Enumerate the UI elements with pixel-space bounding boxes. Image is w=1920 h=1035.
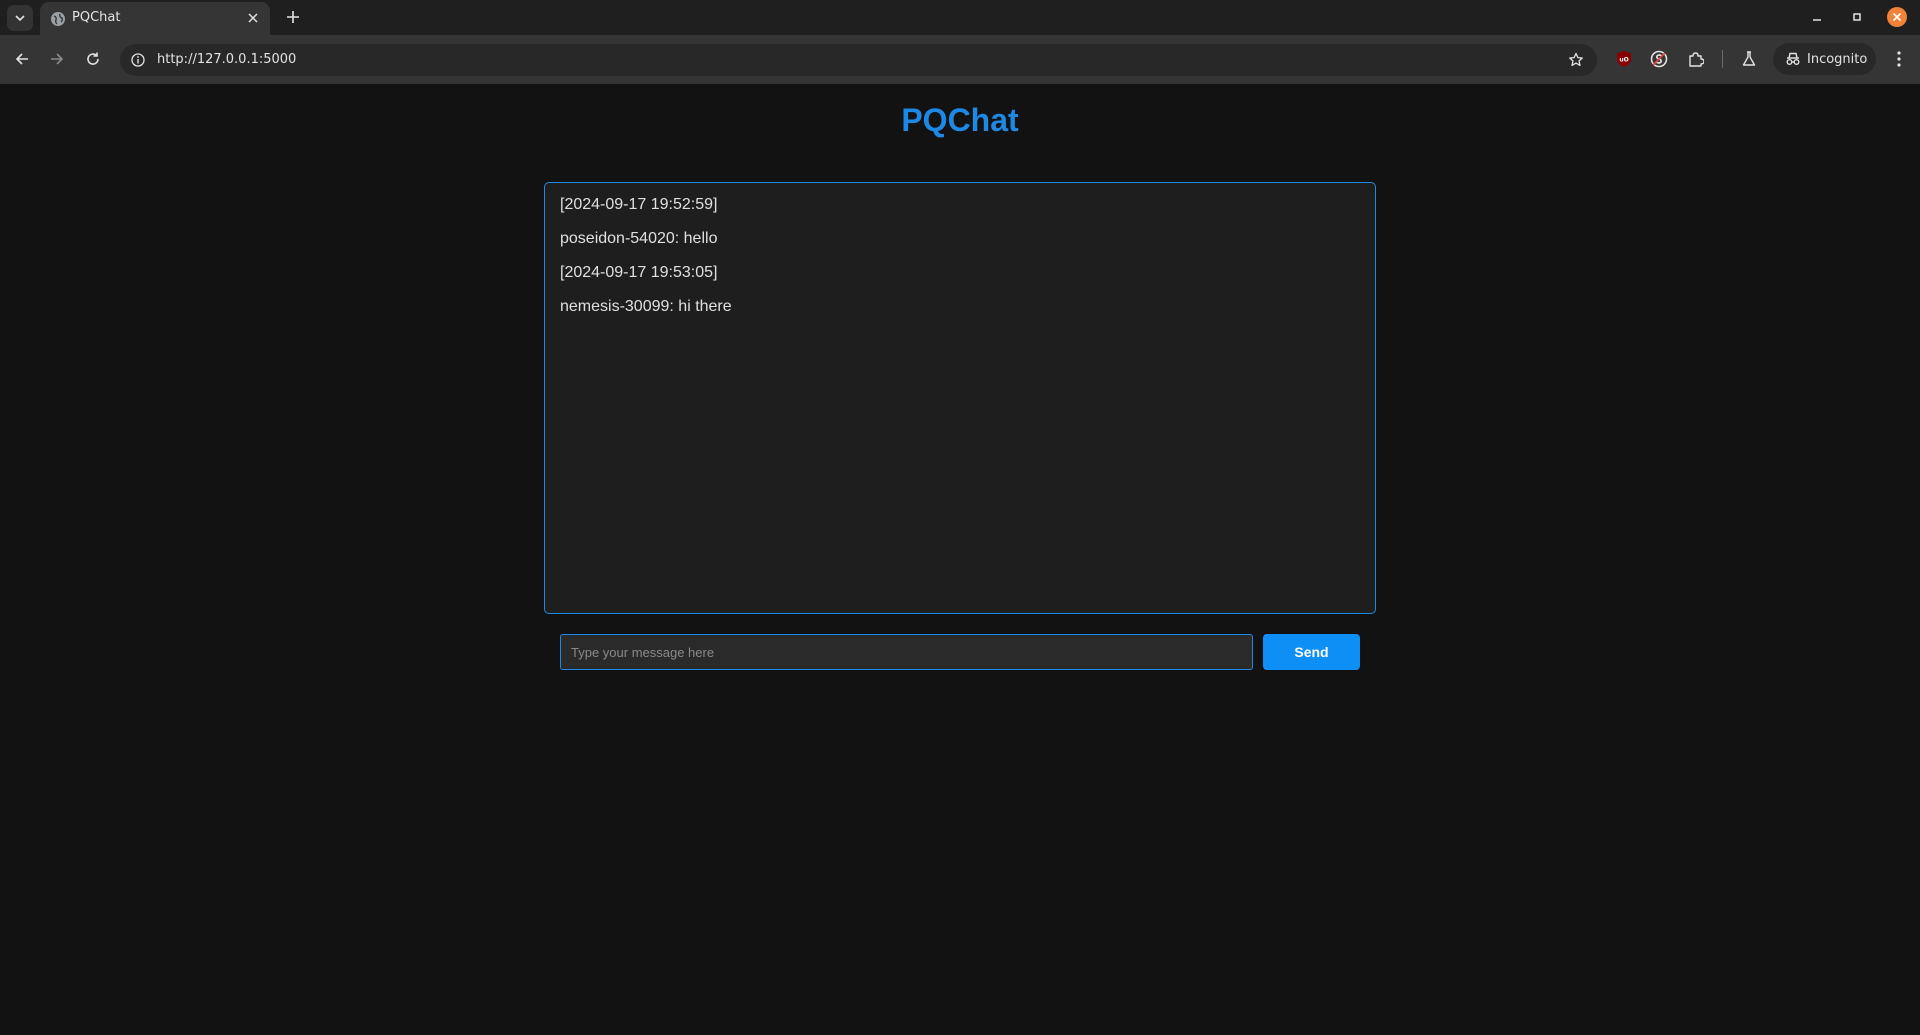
kebab-menu-icon <box>1897 51 1901 67</box>
site-info-button[interactable] <box>129 51 147 69</box>
incognito-icon <box>1786 52 1800 65</box>
message-text: nemesis-30099: hi there <box>560 298 732 315</box>
plus-icon <box>287 11 299 23</box>
close-icon <box>248 13 258 23</box>
forward-icon <box>51 53 64 65</box>
message-timestamp: [2024-09-17 19:52:59] <box>560 196 718 213</box>
ublock-icon: uO <box>1617 51 1631 67</box>
page-title: PQChat <box>901 102 1019 138</box>
message-timestamp: [2024-09-17 19:53:05] <box>560 264 718 281</box>
globe-icon <box>51 12 65 26</box>
minimize-button[interactable] <box>1804 4 1830 30</box>
new-tab-button[interactable] <box>281 5 305 29</box>
browser-menu-button[interactable] <box>1888 48 1910 70</box>
window-close-icon <box>1887 7 1907 27</box>
extensions-button[interactable] <box>1685 48 1707 70</box>
tab-strip: PQChat <box>0 0 1920 35</box>
tab-search-button[interactable] <box>7 5 33 31</box>
page-content: PQChat [2024-09-17 19:52:59] poseidon-54… <box>0 84 1920 1035</box>
back-icon <box>15 53 28 65</box>
tab-active[interactable]: PQChat <box>40 2 270 35</box>
reload-icon <box>87 52 99 65</box>
extension-s-icon <box>1650 50 1668 68</box>
maximize-icon <box>1853 13 1861 21</box>
extension-s-button[interactable] <box>1648 48 1670 70</box>
reload-button[interactable] <box>81 47 105 71</box>
svg-text:uO: uO <box>1619 57 1628 64</box>
info-icon <box>131 53 145 67</box>
message-text: poseidon-54020: hello <box>560 230 718 247</box>
tab-close-button[interactable] <box>244 9 262 27</box>
incognito-label: Incognito <box>1807 51 1868 67</box>
ublock-extension-button[interactable]: uO <box>1613 48 1635 70</box>
address-bar[interactable]: http://127.0.0.1:5000 <box>120 44 1597 76</box>
window-close-button[interactable] <box>1884 4 1910 30</box>
incognito-badge[interactable]: Incognito <box>1773 43 1876 75</box>
back-button[interactable] <box>10 47 34 71</box>
puzzle-icon <box>1689 52 1704 67</box>
tab-title: PQChat <box>72 10 121 25</box>
maximize-button[interactable] <box>1844 4 1870 30</box>
send-button[interactable]: Send <box>1263 634 1360 670</box>
url-text: http://127.0.0.1:5000 <box>157 52 297 67</box>
browser-toolbar: http://127.0.0.1:5000 uO Incognito <box>0 35 1920 84</box>
labs-flask-icon <box>1742 51 1756 66</box>
message-input[interactable] <box>560 634 1253 670</box>
message-compose-row: Send <box>560 634 1360 670</box>
chat-messages-panel[interactable]: [2024-09-17 19:52:59] poseidon-54020: he… <box>544 182 1376 614</box>
star-icon <box>1569 52 1583 67</box>
toolbar-separator <box>1722 50 1723 68</box>
bookmark-button[interactable] <box>1567 51 1585 69</box>
tab-search-icon <box>15 15 25 22</box>
labs-button[interactable] <box>1738 48 1760 70</box>
forward-button[interactable] <box>45 47 69 71</box>
minimize-icon <box>1813 19 1821 21</box>
